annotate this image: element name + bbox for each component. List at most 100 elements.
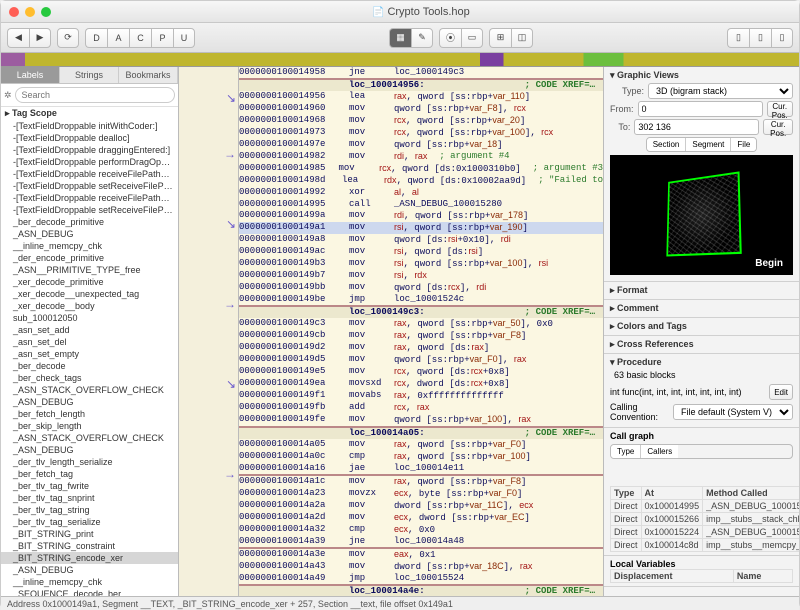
label-item[interactable]: _ber_skip_length (1, 420, 178, 432)
view-button[interactable]: ▭ (461, 28, 483, 48)
label-item[interactable]: _der_tlv_length_serialize (1, 456, 178, 468)
asm-line[interactable]: 0000000100014a23movzxecx, byte [ss:rbp+v… (239, 488, 603, 500)
label-item[interactable]: _SEQUENCE_decode_ber (1, 588, 178, 596)
from-input[interactable] (638, 101, 763, 117)
asm-line[interactable]: 00000001000149d5movqword [ss:rbp+var_F0]… (239, 354, 603, 366)
callconv-select[interactable]: File default (System V) (673, 404, 793, 420)
graphic-type-select[interactable]: 3D (bigram stack) (648, 83, 793, 99)
range-segment[interactable]: SectionSegmentFile (646, 137, 758, 152)
asm-line[interactable]: 0000000100014a3emoveax, 0x1 (239, 549, 603, 561)
mode-u[interactable]: U (173, 28, 195, 48)
panel-mid-button[interactable]: ▯ (749, 28, 771, 48)
label-item[interactable]: _ber_fetch_tag (1, 468, 178, 480)
labels-list[interactable]: -[TextFieldDroppable initWithCoder:]-[Te… (1, 120, 178, 596)
asm-line[interactable]: 000000010001498dleardx, qword [ds:0x1000… (239, 175, 603, 187)
label-item[interactable]: _ASN_DEBUG (1, 564, 178, 576)
label-item[interactable]: _ber_decode (1, 360, 178, 372)
label-item[interactable]: -[TextFieldDroppable dealloc] (1, 132, 178, 144)
mode-a[interactable]: A (107, 28, 129, 48)
asm-line[interactable]: 0000000100014982movrdi, rax; argument #4 (239, 151, 603, 163)
label-item[interactable]: sub_100012050 (1, 312, 178, 324)
label-item[interactable]: -[TextFieldDroppable receiveFilePathOb..… (1, 168, 178, 180)
to-input[interactable] (634, 119, 759, 135)
format-header[interactable]: Format (610, 285, 793, 296)
asm-line[interactable]: 0000000100014a39jneloc_100014a48 (239, 536, 603, 547)
asm-line[interactable]: 0000000100014a0ccmprax, qword [ss:rbp+va… (239, 451, 603, 463)
label-item[interactable]: _ASN_DEBUG (1, 228, 178, 240)
label-item[interactable]: _ASN_DEBUG (1, 444, 178, 456)
callgraph-table[interactable]: TypeAtMethod CalledDirect0x100014995_ASN… (610, 486, 799, 552)
asm-line[interactable]: 0000000100014a05movrax, qword [ss:rbp+va… (239, 439, 603, 451)
asm-line[interactable]: 0000000100014a1cmovrax, qword [ss:rbp+va… (239, 476, 603, 488)
label-item[interactable]: __inline_memcpy_chk (1, 240, 178, 252)
label-item[interactable]: _ber_tlv_tag_serialize (1, 516, 178, 528)
label-item[interactable]: __inline_memcpy_chk (1, 576, 178, 588)
asm-line[interactable]: 00000001000149fbaddrcx, rax (239, 402, 603, 414)
asm-line[interactable]: 00000001000149b3movrsi, qword [ss:rbp+va… (239, 258, 603, 270)
tab-strings[interactable]: Strings (60, 67, 119, 83)
label-item[interactable]: -[TextFieldDroppable initWithCoder:] (1, 120, 178, 132)
asm-line[interactable]: 00000001000149f1movabsrax, 0xfffffffffff… (239, 390, 603, 402)
asm-line[interactable]: 00000001000149acmovrsi, qword [ds:rsi] (239, 246, 603, 258)
label-item[interactable]: _ber_tlv_tag_fwrite (1, 480, 178, 492)
asm-line[interactable]: 0000000100014958jneloc_1000149c3 (239, 67, 603, 78)
asm-line[interactable]: 0000000100014985movrcx, qword [ds:0x1000… (239, 163, 603, 175)
asm-line[interactable]: 000000010001499amovrdi, qword [ss:rbp+va… (239, 210, 603, 222)
tab-bookmarks[interactable]: Bookmarks (119, 67, 178, 83)
close-icon[interactable] (9, 7, 19, 17)
search-input[interactable] (15, 87, 175, 103)
label-item[interactable]: _ber_decode_primitive (1, 216, 178, 228)
mode-c[interactable]: C (129, 28, 151, 48)
navigation-bar[interactable] (1, 53, 799, 67)
colors-header[interactable]: Colors and Tags (610, 321, 793, 332)
asm-line[interactable]: 0000000100014a49jmploc_100015524 (239, 573, 603, 584)
label-item[interactable]: _ASN_STACK_OVERFLOW_CHECK (1, 384, 178, 396)
label-item[interactable]: _ASN_STACK_OVERFLOW_CHECK (1, 432, 178, 444)
asm-line[interactable]: 00000001000149femovqword [ss:rbp+var_100… (239, 414, 603, 426)
xrefs-header[interactable]: Cross References (610, 339, 793, 350)
cfg-button[interactable]: ⊞ (489, 28, 511, 48)
asm-line[interactable]: 0000000100014995call_ASN_DEBUG_100015280 (239, 199, 603, 210)
edit-proc-button[interactable]: Edit (769, 384, 793, 400)
asm-line[interactable]: 00000001000149a1movrsi, qword [ss:rbp+va… (239, 222, 603, 234)
label-item[interactable]: _asn_set_empty (1, 348, 178, 360)
asm-line[interactable]: 0000000100014992xoral, al (239, 187, 603, 199)
mode-d[interactable]: D (85, 28, 107, 48)
asm-line[interactable]: 00000001000149bejmploc_10001524c (239, 294, 603, 305)
procedure-header[interactable]: Procedure (610, 357, 793, 368)
label-item[interactable]: _BIT_STRING_encode_xer (1, 552, 178, 564)
label-item[interactable]: _ber_check_tags (1, 372, 178, 384)
label-item[interactable]: _asn_set_add (1, 324, 178, 336)
label-item[interactable]: _xer_decode_primitive (1, 276, 178, 288)
mode-p[interactable]: P (151, 28, 173, 48)
comment-header[interactable]: Comment (610, 303, 793, 314)
asm-line[interactable]: 000000010001497emovqword [ss:rbp+var_18] (239, 139, 603, 151)
tab-labels[interactable]: Labels (1, 67, 60, 83)
asm-line[interactable]: 00000001000149cbmovrax, qword [ss:rbp+va… (239, 330, 603, 342)
tag-button[interactable]: ▦ (389, 28, 411, 48)
label-item[interactable]: _ber_tlv_tag_snprint (1, 492, 178, 504)
hex-button[interactable]: ⦿ (439, 28, 461, 48)
zoom-icon[interactable] (41, 7, 51, 17)
asm-line[interactable]: 0000000100014973movrcx, qword [ss:rbp+va… (239, 127, 603, 139)
asm-line[interactable]: 0000000100014968movrcx, qword [ss:rbp+va… (239, 115, 603, 127)
label-item[interactable]: -[TextFieldDroppable setReceiveFilePat..… (1, 204, 178, 216)
panel-right-button[interactable]: ▯ (771, 28, 793, 48)
asm-line[interactable]: 0000000100014956learax, qword [ss:rbp+va… (239, 91, 603, 103)
label-item[interactable]: _xer_decode__unexpected_tag (1, 288, 178, 300)
label-item[interactable]: -[TextFieldDroppable draggingEntered:] (1, 144, 178, 156)
asm-line[interactable]: 00000001000149eamovsxdrcx, dword [ds:rcx… (239, 378, 603, 390)
asm-line[interactable]: 0000000100014960movqword [ss:rbp+var_F8]… (239, 103, 603, 115)
label-item[interactable]: _ber_fetch_length (1, 408, 178, 420)
asm-line[interactable]: 00000001000149c3movrax, qword [ss:rbp+va… (239, 318, 603, 330)
back-button[interactable]: ◀ (7, 28, 29, 48)
label-item[interactable]: _asn_set_del (1, 336, 178, 348)
asm-line[interactable]: 00000001000149bbmovqword [ds:rcx], rdi (239, 282, 603, 294)
label-item[interactable]: _ASN__PRIMITIVE_TYPE_free (1, 264, 178, 276)
graphic-views-header[interactable]: Graphic Views (610, 70, 793, 81)
tag-scope-header[interactable]: Tag Scope (1, 107, 178, 120)
label-item[interactable]: -[TextFieldDroppable receiveFilePathSel.… (1, 192, 178, 204)
label-item[interactable]: _der_encode_primitive (1, 252, 178, 264)
disassembly-view[interactable]: 0000000100014958jneloc_1000149c3loc_1000… (239, 67, 603, 596)
cfg2-button[interactable]: ◫ (511, 28, 533, 48)
